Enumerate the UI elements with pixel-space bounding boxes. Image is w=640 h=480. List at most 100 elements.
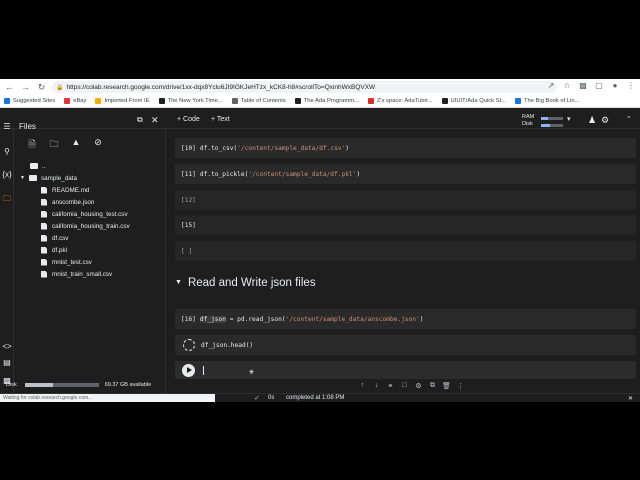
file-row[interactable]: anscombe.json xyxy=(41,196,94,208)
bookmark[interactable]: eBay xyxy=(64,98,86,104)
bookmark[interactable]: The New York Time... xyxy=(158,98,223,104)
file-row[interactable]: california_housing_test.csv xyxy=(41,208,128,220)
cell-code[interactable]: df.to_pickle('/content/sample_data/df.pk… xyxy=(200,171,360,178)
comment-icon[interactable]: □ xyxy=(400,382,409,390)
code-cell[interactable]: [10] df.to_csv('/content/sample_data/df.… xyxy=(175,138,636,158)
run-cell-button[interactable] xyxy=(182,363,195,377)
close-icon[interactable]: ✕ xyxy=(628,395,633,402)
file-name: README.md xyxy=(52,186,90,194)
file-row[interactable]: df.csv xyxy=(41,232,68,244)
bookmark[interactable]: Suggested Sites xyxy=(4,98,55,104)
more-icon[interactable]: ⋮ xyxy=(456,382,465,390)
code-string: '/content/sample_data/anscombe.json' xyxy=(285,315,420,323)
users-icon[interactable]: ♟ xyxy=(588,115,596,126)
expand-panel-icon[interactable]: ⧉ xyxy=(137,115,143,125)
code-string: '/content/sample_data/df.pkl' xyxy=(248,170,357,178)
add-text-button[interactable]: + Text xyxy=(211,116,230,123)
file-icon xyxy=(41,222,47,230)
file-row[interactable]: mnist_train_small.csv xyxy=(41,268,112,280)
code-cell[interactable]: [11] df.to_pickle('/content/sample_data/… xyxy=(175,164,636,184)
omnibox[interactable]: 🔒 https://colab.research.google.com/driv… xyxy=(52,81,557,93)
code-snippets-icon[interactable]: <> xyxy=(2,342,12,351)
elapsed-time: 0s xyxy=(268,395,275,401)
move-up-icon[interactable]: ↑ xyxy=(358,382,367,390)
section-heading-text: Read and Write json files xyxy=(187,277,316,289)
back-icon[interactable]: ← xyxy=(3,81,16,94)
status-bar: Waiting for colab.research.google.com...… xyxy=(0,393,640,402)
chevron-down-icon[interactable]: ▾ xyxy=(567,115,571,123)
hide-files-icon[interactable]: ⊘ xyxy=(92,137,104,153)
parent-folder-row[interactable]: .. xyxy=(30,160,46,172)
completion-status[interactable]: completed at 1:08 PM xyxy=(286,395,344,401)
sidepanel-icon[interactable]: ▢ xyxy=(594,81,604,90)
bookmark-icon xyxy=(64,98,71,104)
bookmark-icon xyxy=(514,98,521,104)
share-icon[interactable]: ↗ xyxy=(546,81,556,90)
bookmark-icon xyxy=(294,98,301,104)
add-code-button[interactable]: + Code xyxy=(177,116,200,123)
section-heading[interactable]: ▼ Read and Write json files xyxy=(175,277,316,289)
bookmark-label: The Ada Programm... xyxy=(303,98,359,104)
reload-icon[interactable]: ↻ xyxy=(35,81,48,94)
bookmark[interactable]: Table of Contents xyxy=(231,98,286,104)
upload-file-icon[interactable]: 🗎 xyxy=(26,137,38,153)
bookmark[interactable]: Imported From IE xyxy=(95,98,150,104)
chevron-down-icon[interactable]: ▼ xyxy=(175,279,182,286)
bookmark[interactable]: The Big Book of Lin... xyxy=(514,98,579,104)
gear-icon[interactable]: ⚙ xyxy=(601,115,609,126)
cell-code[interactable]: df_json.head() xyxy=(201,342,253,349)
folder-row-sample-data[interactable]: ▼ sample_data xyxy=(20,172,77,184)
disk-label: Disk xyxy=(522,121,533,127)
code-cell[interactable]: [16] df_json = pd.read_json('/content/sa… xyxy=(175,309,636,329)
close-icon[interactable]: ✕ xyxy=(151,115,159,126)
mount-drive-icon[interactable]: ▲ xyxy=(70,137,82,153)
code-token: ) xyxy=(419,315,424,323)
running-spinner-icon[interactable] xyxy=(183,339,195,351)
code-variable: df_json xyxy=(199,315,226,323)
folder-icon[interactable]: 🗀 xyxy=(2,193,12,207)
collapse-icon[interactable]: ⌃ xyxy=(626,115,632,123)
running-code-cell[interactable]: df_json.head() xyxy=(175,335,636,355)
file-icon xyxy=(41,234,47,242)
mirror-icon[interactable]: ⧉ xyxy=(428,382,437,390)
file-name: anscombe.json xyxy=(52,198,95,206)
bookmark[interactable]: Z's space: AdaTutor... xyxy=(367,98,433,104)
code-cell[interactable]: [ ] xyxy=(175,241,636,261)
bookmark[interactable]: The Ada Programm... xyxy=(294,98,359,104)
disk-usage: Disk 69.37 GB available xyxy=(6,382,151,388)
code-cell[interactable]: [12] xyxy=(175,190,636,210)
file-row[interactable]: README.md xyxy=(41,184,89,196)
delete-icon[interactable]: 🗑 xyxy=(442,382,451,390)
code-cell[interactable]: [15] xyxy=(175,215,636,235)
bookmark[interactable]: UIUIT/Ada Quick St... xyxy=(441,98,506,104)
cell-code[interactable]: df.to_csv('/content/sample_data/df.csv') xyxy=(200,145,349,152)
disk-bar xyxy=(541,124,563,127)
browser-extensions: ↗ ☆ ▩ ▢ ● ⋮ xyxy=(546,81,636,90)
variables-icon[interactable]: {x} xyxy=(2,170,12,179)
bookmark-icon xyxy=(4,98,10,104)
file-row[interactable]: mnist_test.csv xyxy=(41,256,92,268)
browser-loading-status: Waiting for colab.research.google.com... xyxy=(0,394,215,402)
menu-icon[interactable]: ⋮ xyxy=(626,81,636,90)
file-row[interactable]: df.pkl xyxy=(41,244,67,256)
link-icon[interactable]: ⚭ xyxy=(386,382,395,390)
refresh-folder-icon[interactable]: 🗀 xyxy=(48,137,60,153)
disk-usage-bar xyxy=(24,383,99,387)
execution-count: [10] xyxy=(181,144,196,152)
file-row[interactable]: california_housing_train.csv xyxy=(41,220,130,232)
extension-icon[interactable]: ▩ xyxy=(578,81,588,90)
move-down-icon[interactable]: ↓ xyxy=(372,382,381,390)
url-text[interactable]: https://colab.research.google.com/drive/… xyxy=(66,84,375,91)
file-icon xyxy=(41,186,47,194)
forward-icon[interactable]: → xyxy=(19,81,32,94)
active-code-cell[interactable] xyxy=(175,361,636,379)
star-icon[interactable]: ☆ xyxy=(562,81,572,90)
profile-icon[interactable]: ● xyxy=(610,81,620,90)
command-palette-icon[interactable]: ▤ xyxy=(2,358,12,367)
settings-icon[interactable]: ⚙ xyxy=(414,382,423,390)
disk-available-text: 69.37 GB available xyxy=(104,382,152,388)
resource-monitor[interactable]: RAM Disk xyxy=(522,114,534,128)
search-icon[interactable]: ⚲ xyxy=(2,147,12,156)
cell-code[interactable]: df_json = pd.read_json('/content/sample_… xyxy=(199,315,424,323)
files-toolbar: 🗎 🗀 ▲ ⊘ xyxy=(26,137,104,153)
